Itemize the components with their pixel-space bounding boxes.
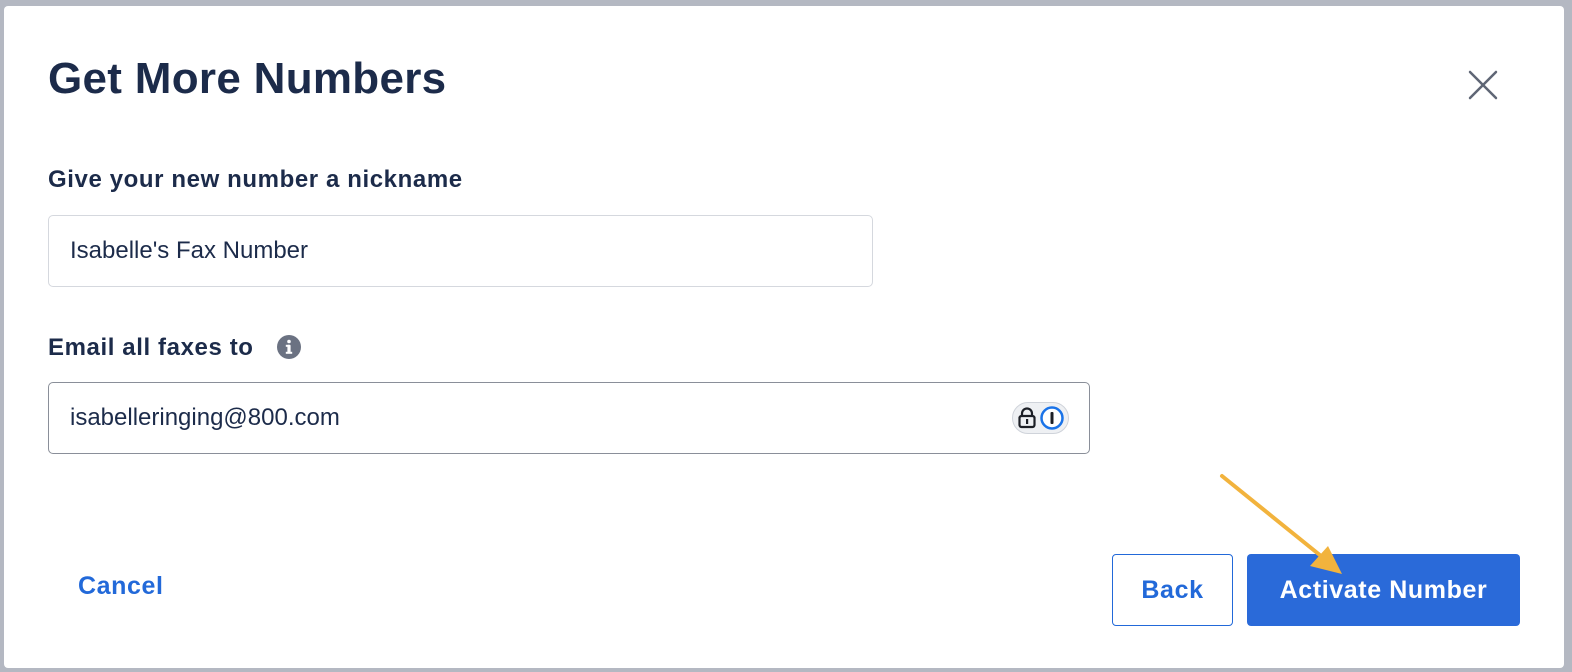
email-input[interactable]: isabelleringing@800.com xyxy=(48,382,1090,454)
back-button[interactable]: Back xyxy=(1112,554,1233,626)
email-value: isabelleringing@800.com xyxy=(70,404,340,431)
password-manager-icon xyxy=(1040,406,1064,430)
close-icon xyxy=(1468,70,1498,100)
nickname-value: Isabelle's Fax Number xyxy=(70,237,309,264)
password-manager-button[interactable] xyxy=(1012,402,1069,434)
nickname-label: Give your new number a nickname xyxy=(48,166,463,193)
email-label: Email all faxes to xyxy=(48,334,254,361)
cancel-button[interactable]: Cancel xyxy=(78,572,164,601)
lock-icon xyxy=(1018,407,1036,429)
get-more-numbers-dialog: Get More Numbers Give your new number a … xyxy=(4,6,1564,668)
activate-number-button[interactable]: Activate Number xyxy=(1247,554,1520,626)
close-button[interactable] xyxy=(1462,64,1504,106)
info-icon[interactable] xyxy=(276,334,302,360)
nickname-input[interactable]: Isabelle's Fax Number xyxy=(48,215,873,287)
dialog-title: Get More Numbers xyxy=(48,54,447,103)
